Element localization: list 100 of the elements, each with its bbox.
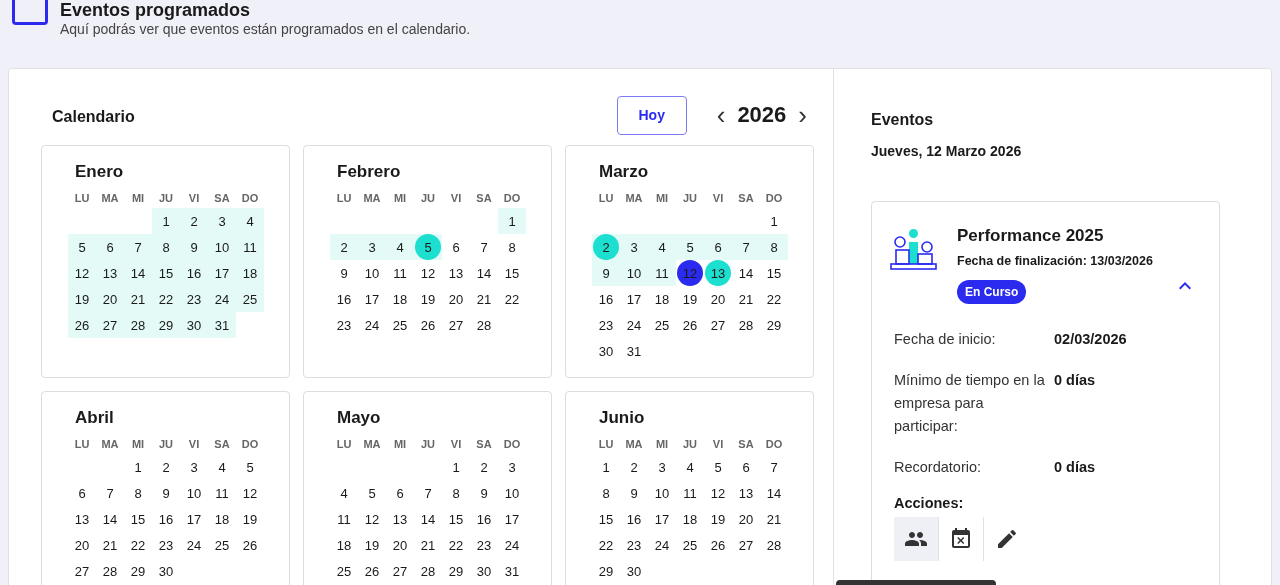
range-day-cell[interactable]: 24 (208, 286, 236, 312)
day-cell[interactable]: 24 (498, 532, 526, 558)
range-day-cell[interactable]: 30 (180, 312, 208, 338)
day-cell[interactable]: 18 (676, 506, 704, 532)
today-button[interactable]: Hoy (616, 95, 687, 135)
day-cell[interactable]: 30 (470, 558, 498, 584)
day-cell[interactable]: 11 (676, 480, 704, 506)
day-cell[interactable]: 22 (442, 532, 470, 558)
range-day-cell[interactable]: 7 (732, 234, 760, 260)
range-day-cell[interactable]: 29 (152, 312, 180, 338)
range-day-cell[interactable]: 2 (330, 234, 358, 260)
day-cell[interactable]: 13 (386, 506, 414, 532)
day-cell[interactable]: 30 (152, 558, 180, 584)
day-cell[interactable]: 25 (386, 312, 414, 338)
day-cell[interactable]: 4 (676, 454, 704, 480)
range-day-cell[interactable]: 12 (68, 260, 96, 286)
range-day-cell[interactable]: 27 (96, 312, 124, 338)
range-day-cell[interactable]: 1 (152, 208, 180, 234)
day-cell[interactable]: 20 (732, 506, 760, 532)
day-cell[interactable]: 30 (592, 338, 620, 364)
day-cell[interactable]: 8 (498, 234, 526, 260)
day-cell[interactable]: 1 (760, 208, 788, 234)
day-cell[interactable]: 28 (760, 532, 788, 558)
day-cell[interactable]: 22 (124, 532, 152, 558)
range-day-cell[interactable]: 6 (96, 234, 124, 260)
day-cell[interactable]: 15 (124, 506, 152, 532)
day-cell[interactable]: 26 (236, 532, 264, 558)
range-day-cell[interactable]: 5 (68, 234, 96, 260)
day-cell[interactable]: 12 (704, 480, 732, 506)
day-cell[interactable]: 16 (470, 506, 498, 532)
range-day-cell[interactable]: 11 (236, 234, 264, 260)
day-cell[interactable]: 23 (470, 532, 498, 558)
day-cell[interactable]: 1 (442, 454, 470, 480)
day-cell[interactable]: 16 (592, 286, 620, 312)
day-cell[interactable]: 26 (676, 312, 704, 338)
range-day-cell[interactable]: 3 (208, 208, 236, 234)
day-cell[interactable]: 14 (760, 480, 788, 506)
day-cell[interactable]: 19 (704, 506, 732, 532)
day-cell[interactable]: 20 (442, 286, 470, 312)
day-cell[interactable]: 17 (620, 286, 648, 312)
day-cell[interactable]: 14 (96, 506, 124, 532)
day-cell[interactable]: 13 (732, 480, 760, 506)
day-cell[interactable]: 25 (676, 532, 704, 558)
day-cell[interactable]: 18 (208, 506, 236, 532)
day-cell[interactable]: 20 (704, 286, 732, 312)
range-day-cell[interactable]: 17 (208, 260, 236, 286)
day-cell[interactable]: 22 (592, 532, 620, 558)
day-cell[interactable]: 25 (330, 558, 358, 584)
day-cell[interactable]: 28 (96, 558, 124, 584)
day-cell[interactable]: 10 (498, 480, 526, 506)
day-cell[interactable]: 2 (470, 454, 498, 480)
day-cell[interactable]: 17 (498, 506, 526, 532)
day-cell[interactable]: 20 (386, 532, 414, 558)
range-day-cell[interactable]: 9 (180, 234, 208, 260)
day-cell[interactable]: 9 (470, 480, 498, 506)
day-cell[interactable]: 26 (414, 312, 442, 338)
day-cell[interactable]: 21 (760, 506, 788, 532)
day-cell[interactable]: 23 (592, 312, 620, 338)
day-cell[interactable]: 10 (648, 480, 676, 506)
day-cell[interactable]: 5 (358, 480, 386, 506)
day-cell[interactable]: 1 (124, 454, 152, 480)
day-cell[interactable]: 7 (414, 480, 442, 506)
day-cell[interactable]: 6 (732, 454, 760, 480)
range-day-cell[interactable]: 23 (180, 286, 208, 312)
day-cell[interactable]: 22 (498, 286, 526, 312)
previous-year-button[interactable]: ‹ (710, 102, 732, 128)
day-cell[interactable]: 19 (676, 286, 704, 312)
day-cell[interactable]: 27 (68, 558, 96, 584)
range-day-cell[interactable]: 18 (236, 260, 264, 286)
day-cell[interactable]: 31 (498, 558, 526, 584)
day-cell[interactable]: 28 (470, 312, 498, 338)
day-cell[interactable]: 9 (620, 480, 648, 506)
day-cell[interactable]: 17 (180, 506, 208, 532)
day-cell[interactable]: 15 (760, 260, 788, 286)
day-cell[interactable]: 18 (330, 532, 358, 558)
day-cell[interactable]: 28 (732, 312, 760, 338)
range-day-cell[interactable]: 19 (68, 286, 96, 312)
range-day-cell[interactable]: 6 (704, 234, 732, 260)
day-cell[interactable]: 27 (442, 312, 470, 338)
range-day-cell[interactable]: 3 (620, 234, 648, 260)
day-cell[interactable]: 29 (760, 312, 788, 338)
range-day-cell[interactable]: 14 (124, 260, 152, 286)
range-day-cell[interactable]: 9 (592, 260, 620, 286)
day-cell[interactable]: 7 (470, 234, 498, 260)
range-day-cell[interactable]: 28 (124, 312, 152, 338)
day-cell[interactable]: 2 (152, 454, 180, 480)
day-cell[interactable]: 8 (442, 480, 470, 506)
range-day-cell[interactable]: 2 (592, 234, 620, 260)
range-day-cell[interactable]: 31 (208, 312, 236, 338)
day-cell[interactable]: 20 (68, 532, 96, 558)
day-cell[interactable]: 3 (498, 454, 526, 480)
day-cell[interactable]: 27 (386, 558, 414, 584)
day-cell[interactable]: 11 (386, 260, 414, 286)
day-cell[interactable]: 24 (180, 532, 208, 558)
day-cell[interactable]: 13 (442, 260, 470, 286)
day-cell[interactable]: 14 (414, 506, 442, 532)
day-cell[interactable]: 8 (124, 480, 152, 506)
range-day-cell[interactable]: 4 (648, 234, 676, 260)
day-cell[interactable]: 23 (620, 532, 648, 558)
day-cell[interactable]: 19 (236, 506, 264, 532)
